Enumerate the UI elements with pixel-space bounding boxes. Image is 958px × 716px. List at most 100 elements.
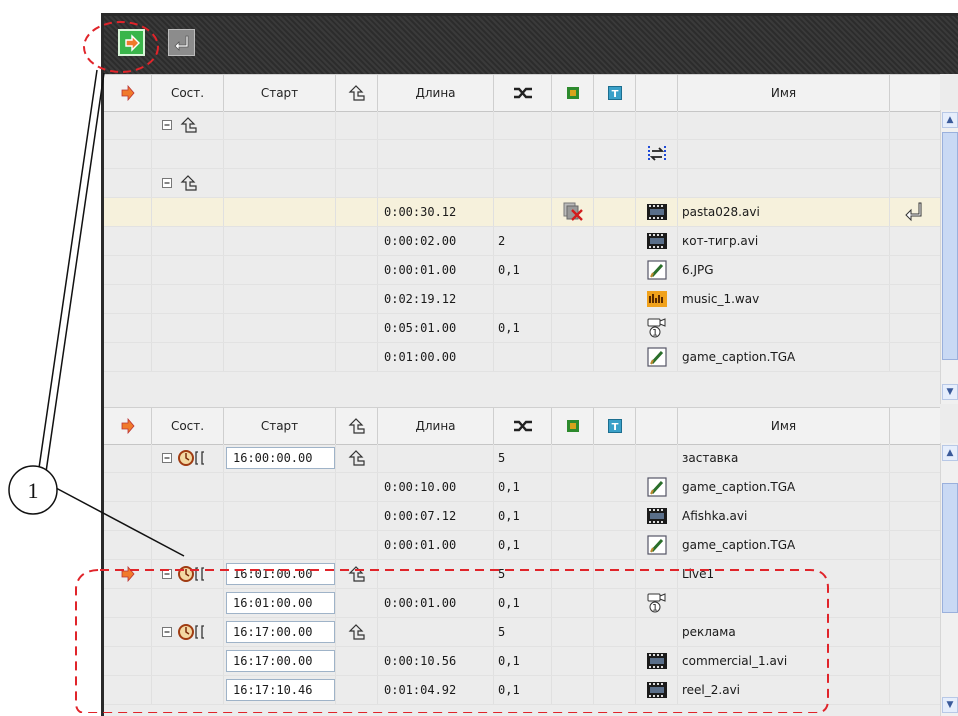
titles-cell[interactable] <box>594 256 636 284</box>
extra-cell[interactable] <box>890 256 940 284</box>
logo-cell[interactable] <box>552 531 594 559</box>
group-row[interactable] <box>104 111 940 140</box>
titles-cell[interactable] <box>594 227 636 255</box>
table-row[interactable]: 16:17:00.00 0:00:10.56 0,1 commercial_1.avi <box>104 647 940 676</box>
name-cell[interactable]: заставка <box>678 444 890 472</box>
length-cell[interactable]: 0:00:30.12 <box>378 198 494 226</box>
start-cell[interactable] <box>224 140 336 168</box>
transition-cell[interactable]: 0,1 <box>494 589 552 617</box>
start-time-field[interactable]: 16:17:00.00 <box>226 621 335 643</box>
titles-column-header[interactable]: T <box>594 75 636 111</box>
extra-cell[interactable] <box>890 444 940 472</box>
name-cell[interactable] <box>678 111 890 139</box>
cursor-column-header[interactable] <box>104 75 152 111</box>
extra-column-header[interactable] <box>890 75 940 111</box>
extra-cell[interactable] <box>890 285 940 313</box>
titles-cell[interactable] <box>594 676 636 704</box>
start-cell[interactable] <box>224 473 336 501</box>
state-cell[interactable] <box>152 227 224 255</box>
extra-cell[interactable] <box>890 531 940 559</box>
length-cell[interactable]: 0:05:01.00 <box>378 314 494 342</box>
anchor-cell[interactable] <box>336 676 378 704</box>
length-cell[interactable]: 0:00:01.00 <box>378 531 494 559</box>
length-column-header[interactable]: Длина <box>378 408 494 444</box>
length-cell[interactable] <box>378 444 494 472</box>
cursor-cell[interactable] <box>104 169 152 197</box>
titles-cell[interactable] <box>594 473 636 501</box>
extra-cell[interactable] <box>890 169 940 197</box>
logo-column-header[interactable] <box>552 75 594 111</box>
start-time-field[interactable]: 16:17:10.46 <box>226 679 335 701</box>
marker-row[interactable] <box>104 140 940 169</box>
logo-cell[interactable] <box>552 618 594 646</box>
transition-cell[interactable]: 0,1 <box>494 676 552 704</box>
titles-cell[interactable] <box>594 647 636 675</box>
titles-column-header[interactable]: T <box>594 408 636 444</box>
start-cell[interactable]: 16:17:00.00 <box>224 647 336 675</box>
transition-cell[interactable] <box>494 198 552 226</box>
transition-cell[interactable]: 5 <box>494 560 552 588</box>
anchor-cell[interactable] <box>336 473 378 501</box>
anchor-cell[interactable] <box>336 140 378 168</box>
length-cell[interactable]: 0:00:02.00 <box>378 227 494 255</box>
scroll-thumb[interactable] <box>942 483 958 613</box>
start-time-field[interactable]: 16:17:00.00 <box>226 650 335 672</box>
extra-cell[interactable] <box>890 647 940 675</box>
anchor-cell[interactable] <box>336 227 378 255</box>
anchor-cell[interactable] <box>336 560 378 588</box>
start-cell[interactable] <box>224 227 336 255</box>
anchor-column-header[interactable] <box>336 408 378 444</box>
table-row[interactable]: 16:01:00.00 0:00:01.00 0,1 1 <box>104 589 940 618</box>
state-cell[interactable] <box>152 473 224 501</box>
top-scrollbar[interactable]: ▲ ▼ <box>940 110 958 404</box>
transition-cell[interactable]: 5 <box>494 618 552 646</box>
extra-cell[interactable] <box>890 502 940 530</box>
start-cell[interactable] <box>224 198 336 226</box>
transition-column-header[interactable] <box>494 408 552 444</box>
titles-cell[interactable] <box>594 169 636 197</box>
name-cell[interactable]: game_caption.TGA <box>678 343 890 371</box>
state-cell[interactable] <box>152 314 224 342</box>
start-cell[interactable] <box>224 169 336 197</box>
state-cell[interactable] <box>152 589 224 617</box>
state-cell[interactable] <box>152 140 224 168</box>
cursor-cell[interactable] <box>104 502 152 530</box>
state-cell[interactable] <box>152 169 224 197</box>
group-row[interactable] <box>104 169 940 198</box>
name-cell[interactable]: Afishka.avi <box>678 502 890 530</box>
length-cell[interactable]: 0:00:10.00 <box>378 473 494 501</box>
group-row[interactable]: 16:00:00.00 5 заставка <box>104 444 940 473</box>
table-row[interactable]: 0:00:01.00 0,1 game_caption.TGA <box>104 531 940 560</box>
length-cell[interactable]: 0:00:01.00 <box>378 256 494 284</box>
length-cell[interactable]: 0:01:00.00 <box>378 343 494 371</box>
titles-cell[interactable] <box>594 343 636 371</box>
state-cell[interactable] <box>152 256 224 284</box>
titles-cell[interactable] <box>594 589 636 617</box>
cursor-cell[interactable] <box>104 256 152 284</box>
length-cell[interactable]: 0:00:10.56 <box>378 647 494 675</box>
name-cell[interactable]: кот-тигр.avi <box>678 227 890 255</box>
state-cell[interactable] <box>152 618 224 646</box>
length-cell[interactable] <box>378 169 494 197</box>
table-row[interactable]: 0:00:30.12 pasta028.avi <box>104 198 940 227</box>
logo-cell[interactable] <box>552 676 594 704</box>
cursor-cell[interactable] <box>104 444 152 472</box>
table-row[interactable]: 0:02:19.12 music_1.wav <box>104 285 940 314</box>
name-cell[interactable]: commercial_1.avi <box>678 647 890 675</box>
logo-cell[interactable] <box>552 140 594 168</box>
anchor-column-header[interactable] <box>336 75 378 111</box>
table-row[interactable]: 0:05:01.00 0,1 1 <box>104 314 940 343</box>
logo-cell[interactable] <box>552 111 594 139</box>
start-cell[interactable]: 16:00:00.00 <box>224 444 336 472</box>
cursor-cell[interactable] <box>104 198 152 226</box>
name-cell[interactable]: game_caption.TGA <box>678 531 890 559</box>
start-time-field[interactable]: 16:01:00.00 <box>226 563 335 585</box>
extra-cell[interactable] <box>890 618 940 646</box>
name-cell[interactable]: реклама <box>678 618 890 646</box>
group-row[interactable]: 16:01:00.00 5 Live1 <box>104 560 940 589</box>
length-cell[interactable]: 0:00:07.12 <box>378 502 494 530</box>
titles-cell[interactable] <box>594 285 636 313</box>
logo-cell[interactable] <box>552 502 594 530</box>
name-cell[interactable]: pasta028.avi <box>678 198 890 226</box>
titles-cell[interactable] <box>594 531 636 559</box>
